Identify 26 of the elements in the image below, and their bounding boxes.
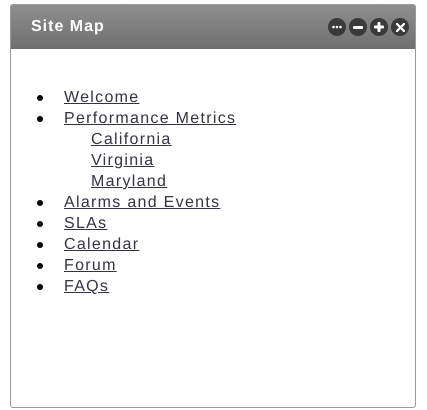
bullet-icon [37,242,43,248]
site-link[interactable]: Calendar [64,234,140,255]
bullet-icon [37,94,43,100]
minus-icon [353,26,363,28]
site-link[interactable]: California [91,131,172,148]
bullet-icon [37,220,43,226]
bullet-icon [37,200,43,206]
plus-icon [374,22,384,32]
site-link[interactable]: Virginia [91,152,154,169]
site-link[interactable]: Alarms and Events [64,192,220,213]
more-icon [332,25,342,29]
close-icon [396,22,404,32]
minimize-button[interactable] [349,18,367,36]
site-link[interactable]: Maryland [91,173,168,190]
bullet-icon [37,116,43,122]
maximize-button[interactable] [370,18,388,36]
panel-title: Site Map [31,17,105,37]
bullet-icon [37,262,43,268]
site-link[interactable]: SLAs [64,213,108,234]
site-link[interactable]: Performance Metrics [64,108,236,129]
site-link[interactable]: FAQs [64,276,110,297]
bullet-icon [37,284,43,290]
more-button[interactable] [328,18,346,36]
site-link[interactable]: Welcome [64,87,140,108]
close-button[interactable] [391,18,409,36]
site-link[interactable]: Forum [64,255,117,276]
